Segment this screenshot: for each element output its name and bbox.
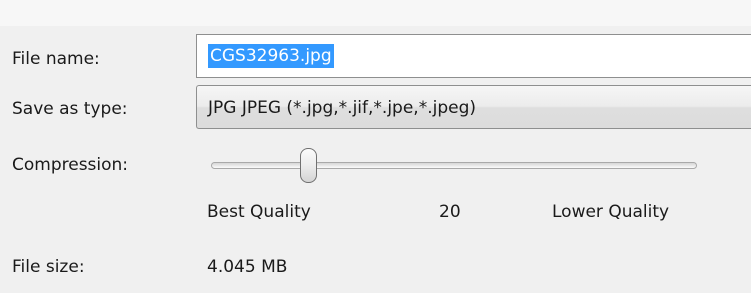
file-size-value: 4.045 MB xyxy=(207,257,288,277)
dialog-top-area xyxy=(0,0,751,26)
file-size-label: File size: xyxy=(12,257,85,277)
save-as-type-dropdown[interactable]: JPG JPEG (*.jpg,*.jif,*.jpe,*.jpeg) xyxy=(196,85,751,129)
save-as-type-selected: JPG JPEG (*.jpg,*.jif,*.jpe,*.jpeg) xyxy=(208,98,476,118)
compression-value: 20 xyxy=(439,202,461,222)
compression-slider-track[interactable] xyxy=(211,162,697,169)
lower-quality-label: Lower Quality xyxy=(552,202,670,222)
compression-slider[interactable] xyxy=(211,148,697,184)
file-name-input[interactable]: CGS32963.jpg xyxy=(196,34,751,78)
file-name-value[interactable]: CGS32963.jpg xyxy=(208,44,334,68)
save-as-type-label: Save as type: xyxy=(12,99,128,119)
best-quality-label: Best Quality xyxy=(207,202,311,222)
compression-label: Compression: xyxy=(12,155,129,175)
file-name-label: File name: xyxy=(12,49,100,69)
compression-slider-thumb[interactable] xyxy=(300,148,318,183)
